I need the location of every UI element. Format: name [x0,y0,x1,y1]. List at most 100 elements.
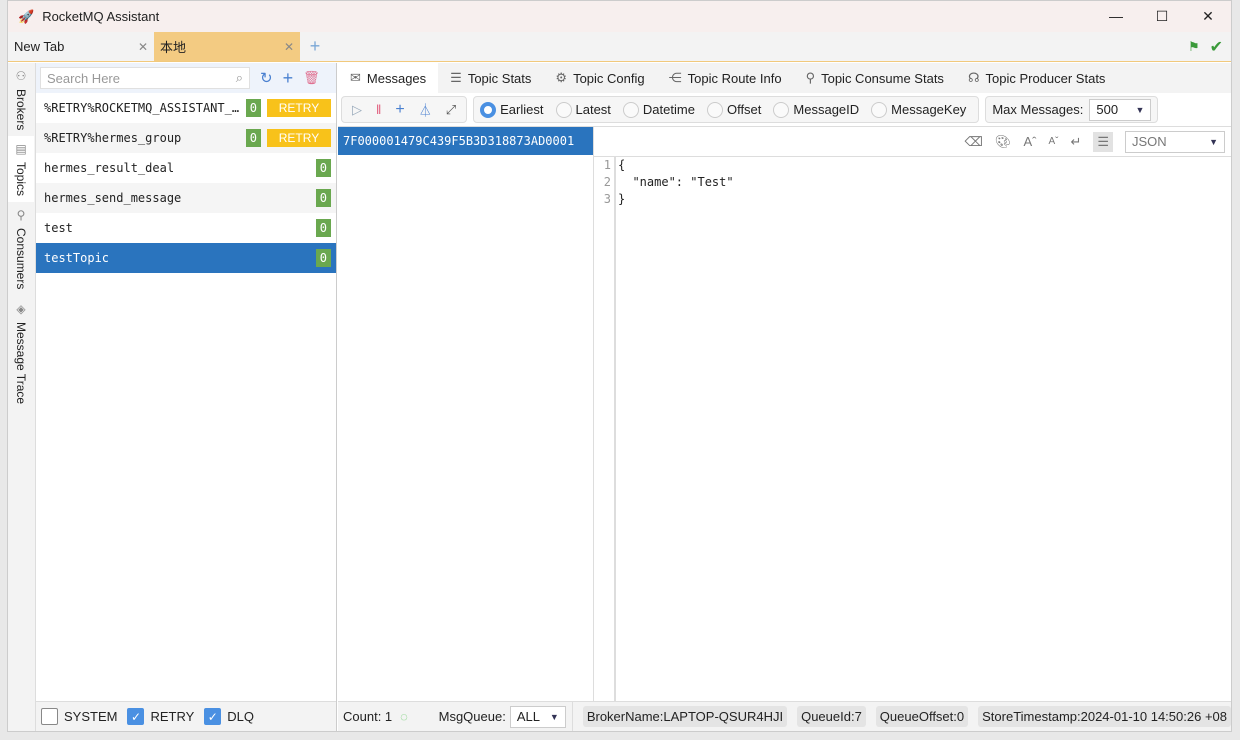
radio-circle[interactable] [871,101,888,118]
topic-list: %RETRY%ROCKETMQ_ASSISTANT_… 0 RETRY %RETRY%… [36,93,336,273]
clear-filter-icon[interactable]: ⏃ [419,100,432,119]
msgqueue-value: ALL [516,709,540,724]
tab-topic-consume-stats[interactable]: ⚲ Topic Consume Stats [794,63,956,93]
font-decrease-icon[interactable]: Aˇ [1048,136,1058,147]
eraser-icon[interactable]: ⌫ [965,134,983,150]
close-button[interactable]: ✕ [1185,8,1231,25]
count-badge: 0 [315,219,331,237]
tab-label: Messages [366,70,427,86]
radio-circle[interactable] [555,101,572,118]
checkbox-label: RETRY [150,709,195,724]
topic-row[interactable]: %RETRY%ROCKETMQ_ASSISTANT_… 0 RETRY [36,93,336,123]
queue-offset-chip: QueueOffset:0 [875,706,969,727]
tab-messages[interactable]: ✉ Messages [338,63,439,93]
radio-label: Offset [726,102,762,117]
message-toolbar: ▷ ‖ + ⏃ ⤢ Earliest Latest Datetime Offset Me… [338,93,1231,127]
rocket-icon: 🚀 [18,8,35,24]
tab-label: Topic Config [573,70,645,86]
flag-icon[interactable]: ⚑ [1188,39,1200,55]
line-numbers-icon[interactable]: ☰ [1093,131,1113,152]
radio-messageid[interactable]: MessageID [773,101,859,118]
code-editor[interactable]: { "name": "Test"} [616,157,734,701]
radio-circle[interactable] [773,101,790,118]
message-status-bar: Count: 1 ◌ MsgQueue: ALL ▼ BrokerName:LAP… [338,701,1231,731]
topic-filters: SYSTEM ✓ RETRY ✓ DLQ [36,701,336,731]
minimize-button[interactable]: — [1093,8,1139,25]
broker-name-chip: BrokerName:LAPTOP-QSUR4HJI [582,706,788,727]
wrap-icon[interactable]: ↵ [1070,134,1081,150]
message-viewer: ⌫ 🎨︎ Aˆ Aˇ ↵ ☰ JSON ▼ 1 2 3 { "name": "Test… [594,127,1231,701]
search-icon: ⌕ [235,70,243,85]
close-tab-icon[interactable]: ✕ [284,40,294,54]
palette-icon[interactable]: 🎨︎ [995,134,1012,150]
side-label: Topics [14,162,28,197]
chevron-down-icon: ▼ [549,711,559,722]
message-item[interactable]: 7F000001479C439F5B3D318873AD0001 [338,127,593,155]
radio-messagekey[interactable]: MessageKey [871,101,966,118]
topic-name: testTopic [44,251,110,265]
title-bar: 🚀 RocketMQ Assistant — ☐ ✕ [8,1,1231,32]
tab-topic-producer-stats[interactable]: ☊ Topic Producer Stats [956,63,1118,93]
checkbox-box[interactable]: ✓ [127,708,145,725]
filter-system-checkbox[interactable]: SYSTEM [41,708,117,725]
play-icon[interactable]: ▷ [352,102,362,118]
search-input[interactable]: Search Here ⌕ [40,67,250,89]
side-label: Consumers [14,228,28,290]
consumers-icon: ⚲ [14,208,28,223]
topic-name: %RETRY%hermes_group [44,131,182,145]
side-item-message-trace[interactable]: ◈ Message Trace [8,296,34,410]
gear-icon: ⚙ [555,70,568,85]
envelope-icon: ✉ [350,70,361,85]
side-item-consumers[interactable]: ⚲ Consumers [8,202,34,295]
checkbox-label: SYSTEM [64,709,118,724]
add-topic-icon[interactable]: + [283,68,294,89]
maximize-button[interactable]: ☐ [1139,8,1185,25]
tab-local[interactable]: 本地 ✕ [154,32,300,61]
side-item-topics[interactable]: ▤ Topics [8,136,34,203]
add-icon[interactable]: + [395,101,404,119]
radio-circle[interactable] [622,101,639,118]
checkbox-label: DLQ [227,709,255,724]
topic-name: %RETRY%ROCKETMQ_ASSISTANT_… [44,101,240,115]
tab-topic-stats[interactable]: ☰ Topic Stats [438,63,543,93]
tab-new-tab[interactable]: New Tab ✕ [8,32,154,61]
checkbox-box[interactable]: ✓ [204,708,222,725]
topic-row[interactable]: testTopic 0 [36,243,336,273]
format-select[interactable]: JSON ▼ [1125,130,1225,153]
topic-row[interactable]: %RETRY%hermes_group 0 RETRY [36,123,336,153]
queue-id-chip: QueueId:7 [797,706,866,727]
max-messages-select[interactable]: 500 ▼ [1089,98,1152,121]
expand-icon[interactable]: ⤢ [446,102,456,118]
radio-earliest[interactable]: Earliest [480,101,544,118]
add-tab-button[interactable]: + [300,32,330,61]
msgqueue-label: MsgQueue: [438,709,506,724]
side-nav: ⚇ Brokers ▤ Topics ⚲ Consumers ◈ Message Tra… [8,63,36,731]
tab-label: Topic Producer Stats [985,70,1106,86]
tab-topic-route-info[interactable]: ⋲ Topic Route Info [657,63,794,93]
filter-dlq-checkbox[interactable]: ✓ DLQ [204,708,254,725]
radio-offset[interactable]: Offset [706,101,762,118]
radio-datetime[interactable]: Datetime [622,101,695,118]
topic-row[interactable]: test 0 [36,213,336,243]
font-increase-icon[interactable]: Aˆ [1023,134,1036,149]
topic-row[interactable]: hermes_send_message 0 [36,183,336,213]
checkbox-box[interactable] [41,708,58,725]
line-gutter: 1 2 3 [594,157,616,701]
close-tab-icon[interactable]: ✕ [138,40,148,54]
delete-icon[interactable]: 🗑 [303,70,320,86]
radio-circle[interactable] [480,101,497,118]
message-count: Count: 1 [343,709,393,724]
pause-icon[interactable]: ‖ [376,102,381,117]
refresh-icon[interactable]: ↻ [260,69,273,87]
main-tabs: ✉ Messages ☰ Topic Stats ⚙ Topic Config ⋲ Topic… [338,63,1231,93]
connected-check-icon[interactable]: ✔ [1210,37,1223,57]
loading-spinner-icon: ◌ [400,709,408,724]
filter-retry-checkbox[interactable]: ✓ RETRY [127,708,194,725]
radio-circle[interactable] [706,101,723,118]
side-item-brokers[interactable]: ⚇ Brokers [8,63,34,136]
radio-latest[interactable]: Latest [555,101,611,118]
topic-row[interactable]: hermes_result_deal 0 [36,153,336,183]
tab-topic-config[interactable]: ⚙ Topic Config [543,63,656,93]
msgqueue-select[interactable]: ALL ▼ [509,705,566,728]
code-line: "name": "Test" [618,175,734,189]
